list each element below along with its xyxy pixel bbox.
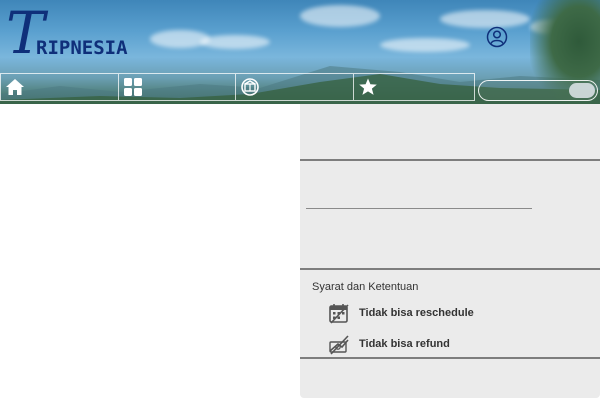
main-nav [0, 73, 475, 101]
side-panel: Syarat dan Ketentuan Tidak bisa reschedu… [300, 104, 600, 398]
divider-line [306, 208, 532, 209]
panel-section-middle [300, 163, 600, 270]
tripnesia-logo[interactable]: T RIPNESIA [6, 4, 136, 64]
term-item-refund: Tidak bisa refund [328, 333, 588, 355]
nav-item-favorites[interactable] [354, 74, 472, 100]
nav-item-categories[interactable] [119, 74, 236, 100]
term-label: Tidak bisa reschedule [359, 307, 474, 319]
nav-item-home[interactable] [1, 74, 119, 100]
calendar-no-reschedule-icon [329, 304, 349, 324]
grid-icon [123, 78, 142, 96]
panel-section-top [300, 104, 600, 161]
user-circle-icon[interactable] [486, 26, 508, 48]
package-icon [241, 78, 259, 96]
cloud [440, 10, 530, 28]
nav-item-packages[interactable] [236, 74, 354, 100]
terms-section: Syarat dan Ketentuan Tidak bisa reschedu… [300, 272, 600, 359]
term-item-reschedule: Tidak bisa reschedule [328, 302, 588, 324]
header-banner: T RIPNESIA [0, 0, 600, 104]
search-field[interactable] [478, 80, 598, 101]
panel-section-bottom [300, 361, 600, 398]
terms-title: Syarat dan Ketentuan [312, 281, 419, 293]
search-button[interactable] [569, 83, 595, 98]
no-refund-icon [329, 335, 349, 355]
logo-text: RIPNESIA [36, 37, 128, 59]
cloud [300, 5, 380, 27]
home-icon [6, 79, 24, 95]
term-label: Tidak bisa refund [359, 338, 450, 350]
star-icon [358, 78, 377, 95]
